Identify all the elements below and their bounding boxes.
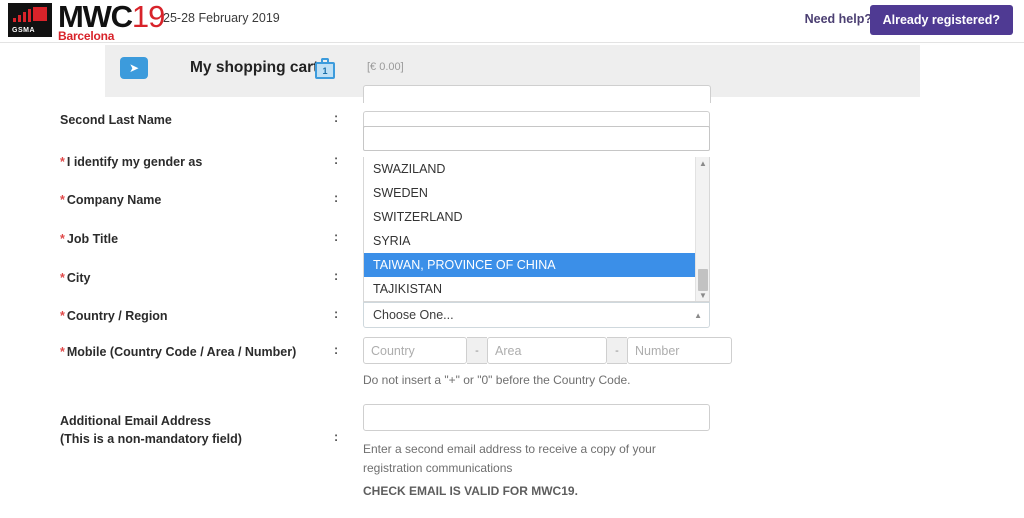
email-validity-notice: CHECK EMAIL IS VALID FOR MWC19. bbox=[363, 484, 578, 498]
scrollbar-thumb[interactable] bbox=[698, 269, 708, 291]
mwc-wordmark: MWC19 Barcelona bbox=[58, 0, 165, 42]
list-item[interactable]: SWITZERLAND bbox=[364, 205, 709, 229]
list-item-selected[interactable]: TAIWAN, PROVINCE OF CHINA bbox=[364, 253, 709, 277]
label-country-region-text: Country / Region bbox=[66, 309, 168, 323]
label-gender-text: I identify my gender as bbox=[66, 155, 203, 169]
already-registered-button[interactable]: Already registered? bbox=[869, 5, 1013, 35]
required-mark: * bbox=[60, 345, 65, 359]
label-colon: : bbox=[334, 191, 339, 205]
label-gender: * I identify my gender as bbox=[60, 153, 320, 171]
required-mark: * bbox=[60, 309, 65, 323]
triangle-up-icon[interactable]: ▲ bbox=[696, 157, 709, 170]
chevron-right-icon[interactable]: ➤ bbox=[120, 57, 148, 79]
label-additional-email-line1: Additional Email Address bbox=[60, 414, 211, 428]
country-dropdown: SWAZILAND SWEDEN SWITZERLAND SYRIA TAIWA… bbox=[363, 126, 710, 328]
country-option-list: SWAZILAND SWEDEN SWITZERLAND SYRIA TAIWA… bbox=[363, 157, 710, 302]
triangle-down-icon[interactable]: ▼ bbox=[696, 289, 709, 301]
dropdown-scrollbar[interactable]: ▲ ▼ bbox=[695, 157, 709, 301]
logo-mwc-text: MWC bbox=[58, 0, 133, 34]
briefcase-icon[interactable]: 1 bbox=[313, 58, 337, 80]
country-select-display[interactable]: Choose One... ▲ bbox=[363, 302, 710, 328]
mobile-area-input[interactable] bbox=[487, 337, 607, 364]
required-mark: * bbox=[60, 193, 65, 207]
registration-page: GSMA MWC19 Barcelona 25-28 February 2019… bbox=[0, 0, 1024, 518]
label-colon: : bbox=[334, 343, 339, 357]
label-job-title-text: Job Title bbox=[66, 232, 119, 246]
label-mobile-text: Mobile (Country Code / Area / Number) bbox=[66, 345, 297, 359]
label-colon: : bbox=[334, 430, 339, 444]
gsma-logo-icon: GSMA bbox=[8, 3, 52, 37]
label-second-last-name: Second Last Name bbox=[60, 113, 172, 127]
cart-title: My shopping cart bbox=[190, 59, 319, 76]
gsma-logo-text: GSMA bbox=[12, 27, 35, 34]
need-help-link[interactable]: Need help? bbox=[805, 12, 872, 26]
event-date: 25-28 February 2019 bbox=[163, 11, 280, 25]
label-colon: : bbox=[334, 111, 339, 125]
label-job-title: * Job Title bbox=[60, 230, 320, 248]
site-header: GSMA MWC19 Barcelona 25-28 February 2019… bbox=[0, 0, 1024, 43]
additional-email-input[interactable] bbox=[363, 404, 710, 431]
mobile-hint: Do not insert a "+" or "0" before the Co… bbox=[363, 373, 631, 387]
mwc-logo: GSMA MWC19 Barcelona bbox=[8, 0, 165, 42]
label-company-name-text: Company Name bbox=[66, 193, 162, 207]
label-company-name: * Company Name bbox=[60, 191, 320, 209]
label-mobile: * Mobile (Country Code / Area / Number) bbox=[60, 343, 320, 361]
shopping-cart-bar: ➤ My shopping cart 1 [€ 0.00] bbox=[105, 45, 920, 103]
country-select-value: Choose One... bbox=[373, 308, 454, 322]
label-additional-email-line2: (This is a non-mandatory field) bbox=[60, 432, 242, 446]
label-city: * City bbox=[60, 269, 320, 287]
mobile-country-code-input[interactable] bbox=[363, 337, 467, 364]
label-colon: : bbox=[334, 307, 339, 321]
required-mark: * bbox=[60, 155, 65, 169]
list-item[interactable]: SYRIA bbox=[364, 229, 709, 253]
list-item[interactable]: SWEDEN bbox=[364, 181, 709, 205]
label-additional-email: Additional Email Address (This is a non-… bbox=[60, 412, 320, 448]
label-colon: : bbox=[334, 230, 339, 244]
mobile-separator: - bbox=[467, 337, 487, 364]
required-mark: * bbox=[60, 232, 65, 246]
label-country-region: * Country / Region bbox=[60, 307, 320, 325]
mobile-number-input[interactable] bbox=[627, 337, 732, 364]
country-search-input[interactable] bbox=[363, 126, 710, 151]
cart-count: 1 bbox=[322, 65, 328, 76]
additional-email-hint: Enter a second email address to receive … bbox=[363, 442, 656, 475]
cart-total: [€ 0.00] bbox=[367, 61, 404, 73]
mobile-separator: - bbox=[607, 337, 627, 364]
mobile-input-group: - - bbox=[363, 337, 732, 364]
label-colon: : bbox=[334, 269, 339, 283]
list-item[interactable]: SWAZILAND bbox=[364, 157, 709, 181]
list-item[interactable]: TAJIKISTAN bbox=[364, 277, 709, 301]
label-colon: : bbox=[334, 153, 339, 167]
logo-year-text: 19 bbox=[131, 0, 165, 34]
chevron-up-icon[interactable]: ▲ bbox=[694, 303, 702, 328]
required-mark: * bbox=[60, 271, 65, 285]
clipped-field-above bbox=[363, 85, 711, 103]
label-city-text: City bbox=[66, 271, 91, 285]
